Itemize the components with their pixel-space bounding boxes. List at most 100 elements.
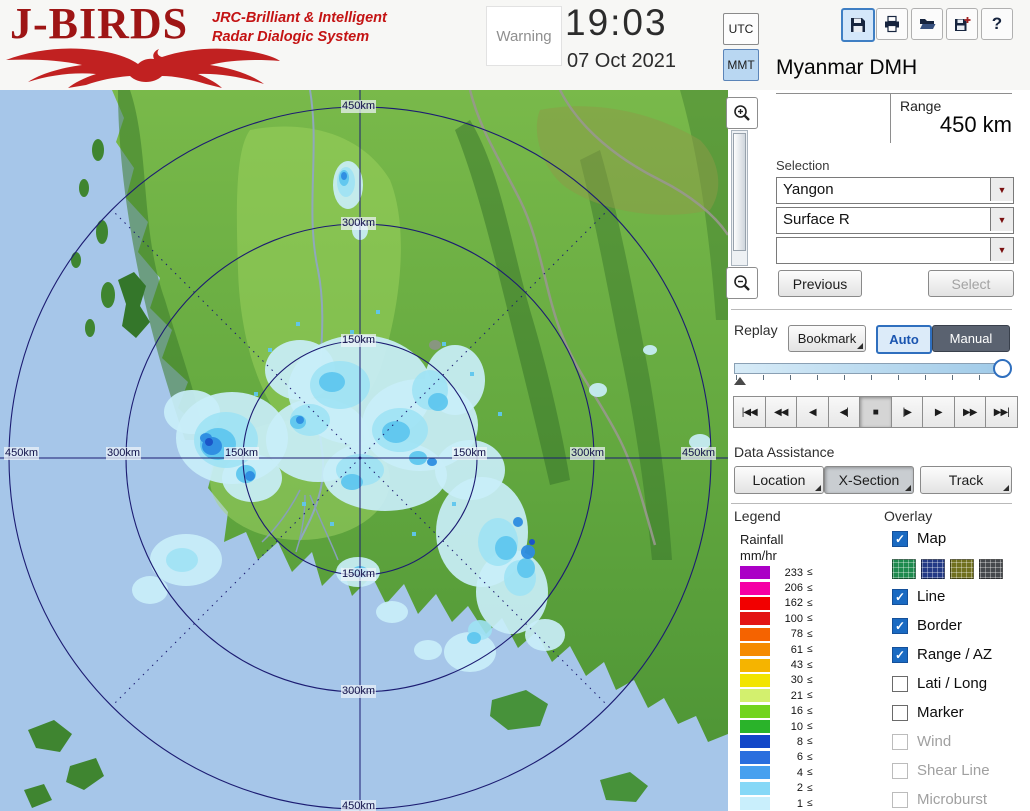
save-as-button[interactable] bbox=[946, 8, 978, 40]
product-dropdown[interactable]: Surface R ▼ bbox=[776, 207, 1014, 234]
clock-time: 19:03 bbox=[565, 2, 668, 43]
fast-rewind-button[interactable]: ◀◀ bbox=[764, 396, 797, 428]
warning-indicator[interactable]: Warning bbox=[486, 6, 562, 66]
legend-row: 206 ≤ bbox=[740, 580, 813, 595]
skip-to-end-button[interactable]: ▶▶| bbox=[985, 396, 1018, 428]
header-bar: J-BIRDS JRC-Brilliant & Intelligent Rada… bbox=[0, 0, 1030, 90]
jbirds-app: J-BIRDS JRC-Brilliant & Intelligent Rada… bbox=[0, 0, 1030, 811]
checkbox-unchecked-icon[interactable] bbox=[892, 675, 908, 692]
slider-thumb[interactable] bbox=[993, 359, 1012, 378]
overlay-item-shear-line: Shear Line bbox=[892, 762, 990, 779]
overlay-item-label: Lati / Long bbox=[917, 675, 988, 692]
manual-mode-button[interactable]: Manual bbox=[932, 325, 1010, 352]
checkbox-checked-icon[interactable] bbox=[892, 588, 908, 605]
play-button[interactable]: ▶ bbox=[922, 396, 955, 428]
slider-track[interactable] bbox=[734, 363, 1010, 374]
legend-value: 21 bbox=[790, 689, 803, 702]
legend-value: 16 bbox=[790, 705, 803, 718]
checkbox-checked-icon[interactable] bbox=[892, 617, 908, 634]
range-ring-label: 450km bbox=[341, 800, 377, 811]
map-zoom-scrollbar[interactable] bbox=[731, 130, 748, 266]
map-pattern-swatch-gray[interactable] bbox=[979, 559, 1003, 579]
legend-color-swatch bbox=[740, 658, 770, 672]
save-as-icon bbox=[955, 17, 971, 31]
range-ring-label: 300km bbox=[341, 217, 377, 230]
utc-toggle-button[interactable]: UTC bbox=[723, 13, 759, 45]
open-folder-button[interactable] bbox=[911, 8, 943, 40]
select-button[interactable]: Select bbox=[928, 270, 1014, 297]
checkbox-checked-icon[interactable] bbox=[892, 530, 908, 547]
legend-row: 78 ≤ bbox=[740, 627, 813, 642]
map-pattern-swatch-navy[interactable] bbox=[921, 559, 945, 579]
site-dropdown[interactable]: Yangon ▼ bbox=[776, 177, 1014, 204]
auto-mode-button[interactable]: Auto bbox=[876, 325, 932, 354]
legend-color-swatch bbox=[740, 627, 770, 641]
overlay-item-marker[interactable]: Marker bbox=[892, 704, 964, 721]
legend-color-swatch bbox=[740, 643, 770, 657]
bookmark-button[interactable]: Bookmark bbox=[788, 325, 866, 352]
zoom-in-button[interactable] bbox=[726, 97, 758, 129]
legend-row: 233 ≤ bbox=[740, 565, 813, 580]
chevron-down-icon: ▼ bbox=[990, 238, 1013, 261]
help-button[interactable]: ? bbox=[981, 8, 1013, 40]
print-button[interactable] bbox=[876, 8, 908, 40]
range-ring-label: 300km bbox=[341, 685, 377, 698]
legend-value: 100 bbox=[784, 612, 803, 625]
range-ring-label: 300km bbox=[570, 447, 606, 460]
legend-value: 2 bbox=[796, 782, 803, 795]
save-button[interactable] bbox=[841, 8, 875, 42]
track-button[interactable]: Track bbox=[920, 466, 1012, 494]
overlay-item-label: Border bbox=[917, 617, 963, 634]
x-section-button[interactable]: X-Section bbox=[824, 466, 914, 494]
selection-label: Selection bbox=[776, 158, 830, 173]
open-folder-icon bbox=[920, 19, 936, 29]
extra-dropdown[interactable]: ▼ bbox=[776, 237, 1014, 264]
overlay-item-range-az[interactable]: Range / AZ bbox=[892, 646, 992, 663]
mmt-toggle-button[interactable]: MMT bbox=[723, 49, 759, 81]
legend-color-swatch bbox=[740, 750, 770, 764]
legend-lte-sign: ≤ bbox=[807, 751, 813, 763]
zoom-out-button[interactable] bbox=[726, 267, 758, 299]
range-ring-label: 150km bbox=[224, 447, 260, 460]
overlay-item-line[interactable]: Line bbox=[892, 588, 945, 605]
overlay-item-border[interactable]: Border bbox=[892, 617, 962, 634]
overlay-item-lati-long[interactable]: Lati / Long bbox=[892, 675, 987, 692]
chevron-down-icon: ▼ bbox=[990, 178, 1013, 201]
legend-lte-sign: ≤ bbox=[807, 767, 813, 779]
legend-lte-sign: ≤ bbox=[807, 798, 813, 810]
location-button[interactable]: Location bbox=[734, 466, 824, 494]
fast-forward-button[interactable]: ▶▶ bbox=[953, 396, 986, 428]
legend-color-swatch bbox=[740, 797, 770, 811]
checkbox-checked-icon[interactable] bbox=[892, 646, 908, 663]
overlay-item-label: Line bbox=[917, 588, 946, 605]
range-ring-label: 150km bbox=[452, 447, 488, 460]
legend-lte-sign: ≤ bbox=[807, 782, 813, 794]
stop-button[interactable]: ■ bbox=[859, 396, 892, 428]
site-dropdown-value: Yangon bbox=[783, 181, 834, 198]
legend-value: 30 bbox=[790, 674, 803, 687]
scrollbar-thumb[interactable] bbox=[733, 133, 746, 251]
legend-title-rainfall: Rainfall bbox=[740, 532, 784, 547]
step-forward-button[interactable]: |▶ bbox=[890, 396, 923, 428]
overlay-item-map[interactable]: Map bbox=[892, 530, 946, 547]
legend-value: 10 bbox=[790, 720, 803, 733]
overlay-item-label: Map bbox=[917, 530, 947, 547]
checkbox-unchecked-icon[interactable] bbox=[892, 704, 908, 721]
skip-to-start-button[interactable]: |◀◀ bbox=[733, 396, 766, 428]
station-title: Myanmar DMH bbox=[776, 56, 918, 79]
eagle-logo-icon bbox=[6, 48, 280, 88]
logo-subtitle-line1: JRC-Brilliant & Intelligent bbox=[212, 10, 387, 26]
map-pattern-swatch-olive[interactable] bbox=[950, 559, 974, 579]
legend-value: 43 bbox=[790, 659, 803, 672]
overlay-item-label: Microburst bbox=[917, 791, 988, 808]
range-divider bbox=[776, 93, 1012, 94]
legend-lte-sign: ≤ bbox=[807, 736, 813, 748]
overlay-item-label: Shear Line bbox=[917, 762, 990, 779]
legend-color-swatch bbox=[740, 566, 770, 580]
step-back-button[interactable]: ◀| bbox=[827, 396, 860, 428]
replay-timeline-slider[interactable] bbox=[734, 358, 1012, 388]
play-backward-button[interactable]: ◀ bbox=[796, 396, 829, 428]
previous-button[interactable]: Previous bbox=[778, 270, 862, 297]
legend-lte-sign: ≤ bbox=[807, 674, 813, 686]
map-pattern-swatch-green[interactable] bbox=[892, 559, 916, 579]
